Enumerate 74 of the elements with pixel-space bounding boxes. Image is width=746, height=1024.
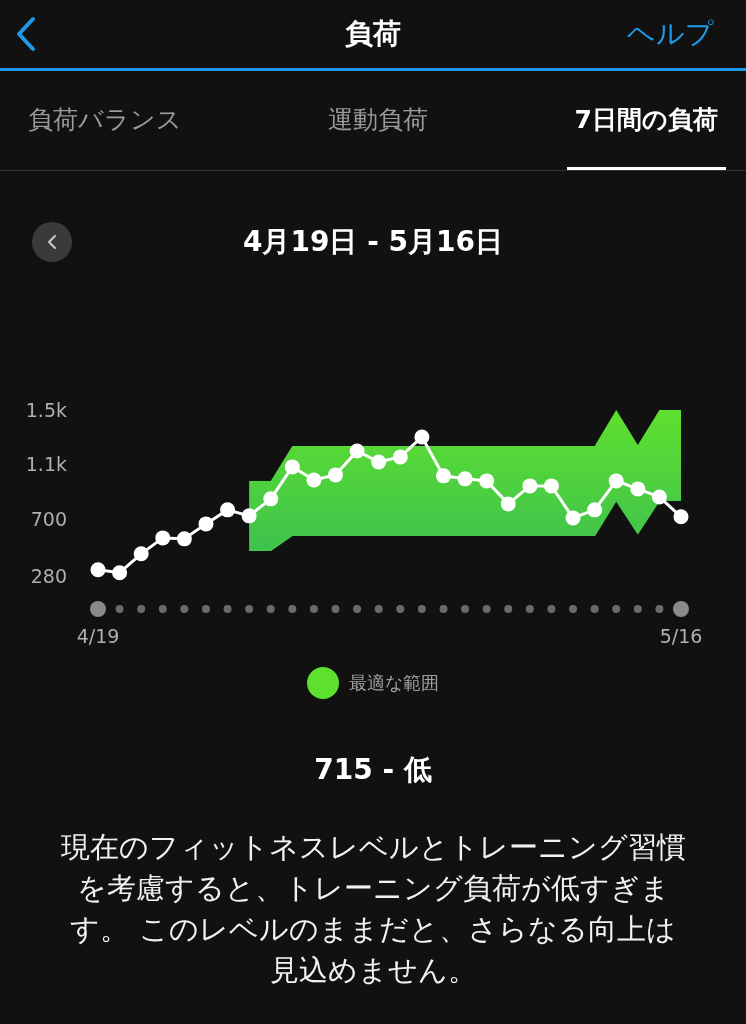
y-axis-label: 1.1k	[25, 453, 67, 476]
day-dot	[115, 605, 124, 613]
description: 現在のフィットネスレベルとトレーニング習慣を考慮すると、トレーニング負荷が低すぎます。 このレベルのままだと、さらなる向上は見込めません。	[59, 829, 687, 989]
data-point	[673, 509, 689, 525]
data-point	[284, 459, 300, 475]
y-axis-label: 280	[30, 565, 67, 587]
data-point	[630, 481, 646, 497]
screen-title: 負荷	[345, 16, 401, 52]
day-dot	[417, 605, 426, 613]
data-point	[479, 473, 495, 489]
data-point	[392, 449, 408, 465]
data-point	[522, 478, 538, 494]
tab[interactable]: 負荷バランス	[20, 71, 190, 170]
data-point	[565, 510, 581, 526]
day-dot	[288, 605, 297, 613]
data-point	[306, 472, 322, 488]
day-dot	[158, 605, 167, 613]
y-axis-label: 1.5k	[25, 399, 67, 421]
day-dot	[504, 605, 513, 613]
day-dot	[673, 601, 689, 617]
day-dot	[90, 601, 106, 617]
data-point	[263, 491, 279, 507]
legend-label: 最適な範囲	[349, 671, 439, 695]
chevron-left-icon	[47, 234, 57, 250]
day-dot	[439, 605, 448, 613]
data-point	[651, 489, 667, 505]
data-point	[587, 502, 603, 518]
day-dot	[590, 605, 599, 613]
data-point	[500, 496, 516, 512]
day-dot	[396, 605, 405, 613]
day-dot	[245, 605, 254, 613]
day-dot	[309, 605, 318, 613]
day-dot	[482, 605, 491, 613]
day-dot	[569, 605, 578, 613]
day-dot	[266, 605, 275, 613]
x-axis-label: 4/19	[76, 625, 120, 647]
day-dot	[633, 605, 642, 613]
day-dot	[374, 605, 383, 613]
tab[interactable]: 7日間の負荷	[566, 71, 726, 170]
day-dot	[461, 605, 470, 613]
y-axis-label: 700	[30, 507, 67, 530]
day-dot	[223, 605, 232, 613]
data-point	[457, 471, 473, 487]
help-link[interactable]: ヘルプ	[627, 15, 714, 53]
data-point	[176, 531, 192, 547]
day-dot	[655, 605, 664, 613]
data-point	[349, 443, 365, 459]
data-point	[371, 454, 387, 470]
data-point	[414, 429, 430, 445]
day-dot	[201, 605, 210, 613]
day-dot	[547, 605, 556, 613]
data-point	[155, 530, 171, 546]
data-point	[241, 508, 257, 524]
data-point	[90, 562, 106, 578]
day-dot	[353, 605, 362, 613]
day-dot	[180, 605, 189, 613]
day-dot	[137, 605, 146, 613]
previous-button[interactable]	[32, 222, 72, 262]
tab[interactable]: 運動負荷	[320, 71, 437, 170]
day-dot	[612, 605, 621, 613]
day-dot	[525, 605, 534, 613]
data-point	[543, 478, 559, 494]
day-dot	[331, 605, 340, 613]
data-point	[436, 468, 451, 484]
data-point	[133, 546, 149, 562]
x-axis-label: 5/16	[659, 625, 703, 647]
data-point	[220, 502, 236, 518]
back-icon[interactable]	[16, 16, 36, 52]
data-point	[328, 467, 343, 483]
data-point	[112, 565, 128, 581]
load-value: 715 - 低	[313, 752, 433, 788]
data-point	[608, 473, 624, 489]
date-range: 4月19日 - 5月16日	[243, 224, 503, 260]
data-point	[198, 516, 214, 532]
